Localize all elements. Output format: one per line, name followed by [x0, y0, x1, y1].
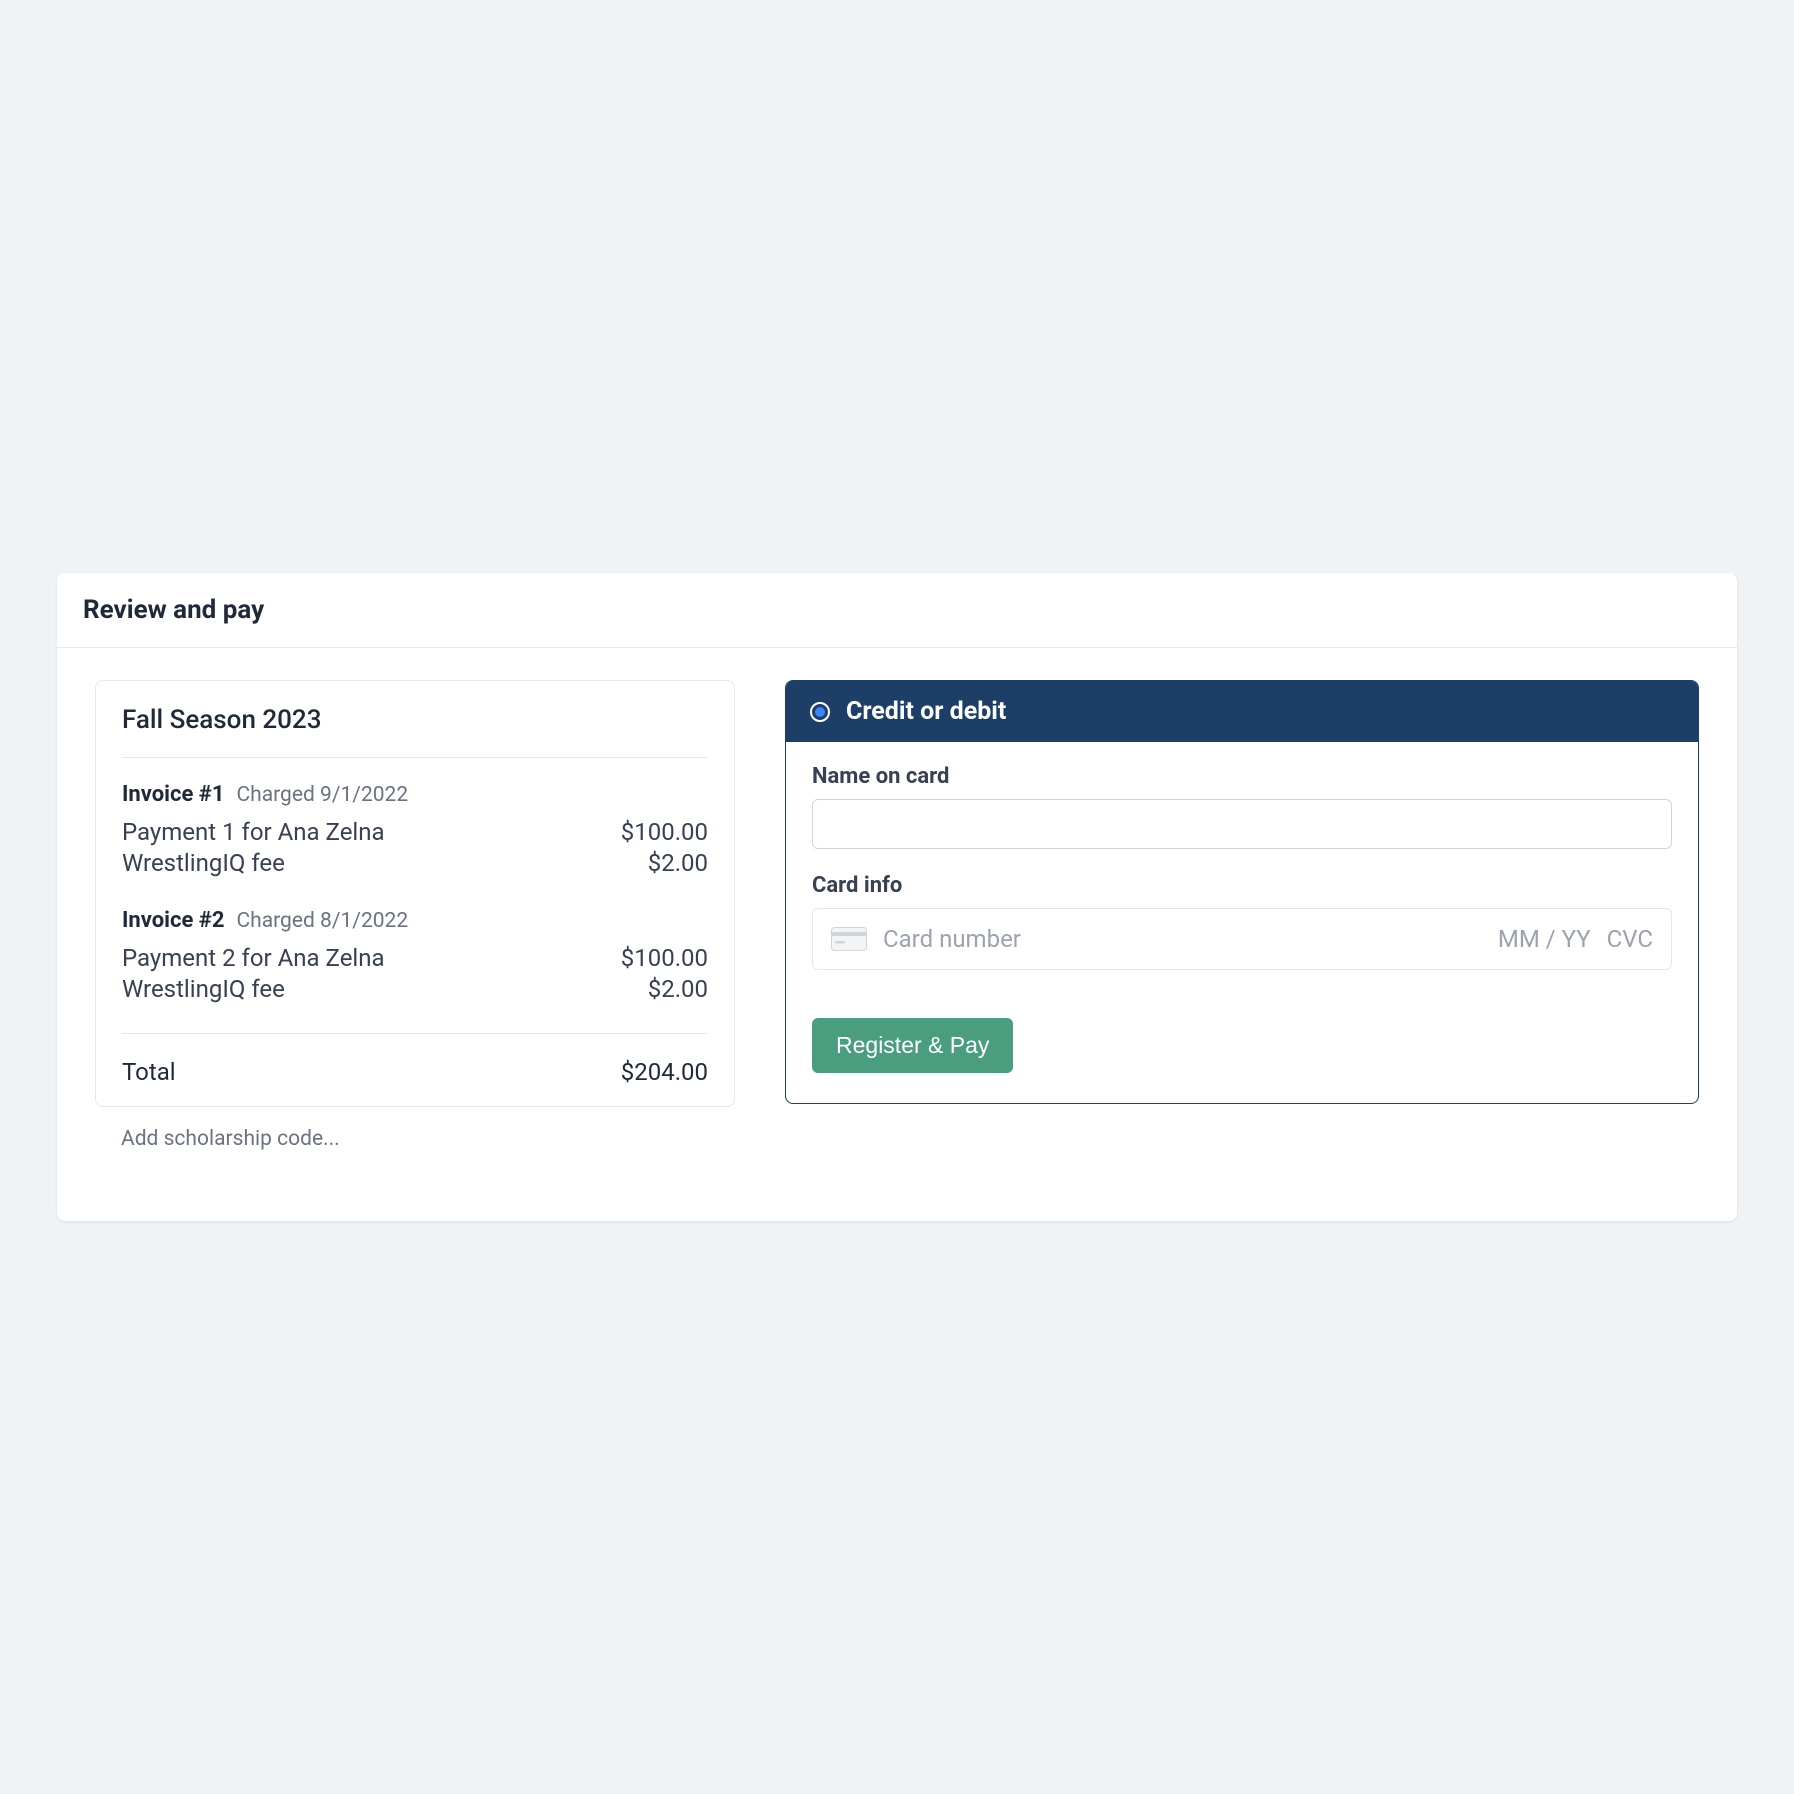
line-amount: $2.00: [648, 848, 708, 879]
line-item: Payment 2 for Ana Zelna $100.00: [122, 943, 708, 974]
card-cvc-placeholder: CVC: [1607, 925, 1653, 953]
line-item: Payment 1 for Ana Zelna $100.00: [122, 817, 708, 848]
invoice-block: Invoice #2 Charged 8/1/2022 Payment 2 fo…: [122, 908, 708, 1005]
line-desc: WrestlingIQ fee: [122, 974, 285, 1005]
panel-content: Fall Season 2023 Invoice #1 Charged 9/1/…: [57, 648, 1737, 1221]
payment-method-label: Credit or debit: [846, 697, 1006, 726]
radio-selected-icon: [810, 702, 830, 722]
invoice-block: Invoice #1 Charged 9/1/2022 Payment 1 fo…: [122, 782, 708, 879]
payment-method-header[interactable]: Credit or debit: [786, 681, 1698, 742]
invoice-header: Invoice #1 Charged 9/1/2022: [122, 782, 708, 807]
payment-card: Credit or debit Name on card Card info: [785, 680, 1699, 1104]
total-row: Total $204.00: [122, 1033, 708, 1086]
line-amount: $100.00: [621, 943, 708, 974]
name-on-card-label: Name on card: [812, 764, 1672, 789]
card-number-placeholder: Card number: [883, 925, 1482, 953]
panel-header: Review and pay: [57, 573, 1737, 648]
line-amount: $100.00: [621, 817, 708, 848]
line-item: WrestlingIQ fee $2.00: [122, 974, 708, 1005]
total-amount: $204.00: [621, 1058, 708, 1086]
add-scholarship-link[interactable]: Add scholarship code...: [121, 1127, 340, 1151]
summary-column: Fall Season 2023 Invoice #1 Charged 9/1/…: [95, 680, 735, 1151]
invoice-label: Invoice #2: [122, 908, 224, 933]
name-on-card-input[interactable]: [812, 799, 1672, 849]
line-desc: WrestlingIQ fee: [122, 848, 285, 879]
line-desc: Payment 2 for Ana Zelna: [122, 943, 385, 974]
total-label: Total: [122, 1058, 176, 1086]
card-info-label: Card info: [812, 873, 1672, 898]
line-amount: $2.00: [648, 974, 708, 1005]
summary-title: Fall Season 2023: [122, 705, 708, 758]
credit-card-icon: [831, 927, 867, 951]
page-title: Review and pay: [83, 595, 1711, 625]
payment-column: Credit or debit Name on card Card info: [785, 680, 1699, 1151]
invoice-charged-date: Charged 9/1/2022: [236, 783, 408, 807]
invoice-label: Invoice #1: [122, 782, 224, 807]
review-pay-panel: Review and pay Fall Season 2023 Invoice …: [57, 573, 1737, 1221]
line-desc: Payment 1 for Ana Zelna: [122, 817, 385, 848]
card-info-input[interactable]: Card number MM / YY CVC: [812, 908, 1672, 970]
payment-body: Name on card Card info Card number M: [786, 742, 1698, 1103]
summary-card: Fall Season 2023 Invoice #1 Charged 9/1/…: [95, 680, 735, 1107]
line-item: WrestlingIQ fee $2.00: [122, 848, 708, 879]
card-expiry-placeholder: MM / YY: [1498, 925, 1591, 953]
invoice-header: Invoice #2 Charged 8/1/2022: [122, 908, 708, 933]
register-pay-button[interactable]: Register & Pay: [812, 1018, 1013, 1073]
invoice-charged-date: Charged 8/1/2022: [236, 909, 408, 933]
